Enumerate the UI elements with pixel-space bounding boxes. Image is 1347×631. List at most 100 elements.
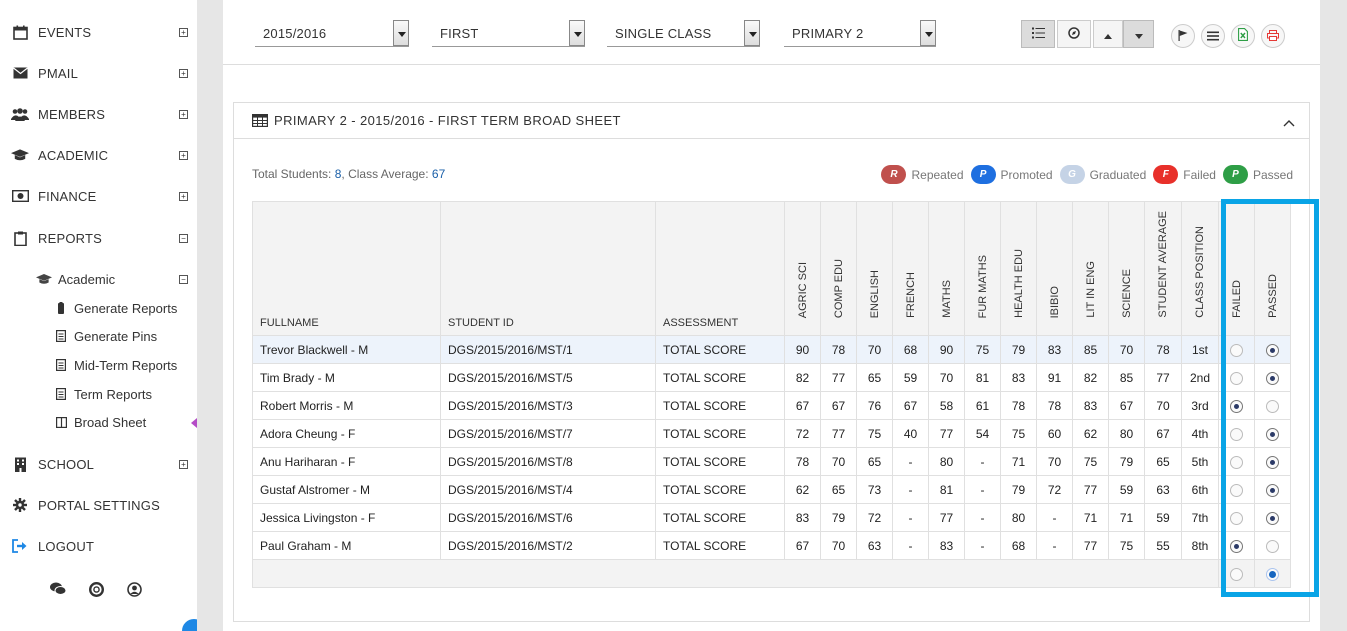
chevron-down-icon[interactable]	[393, 20, 409, 46]
collapse-toggle-icon[interactable]: −	[179, 233, 188, 243]
column-header[interactable]: STUDENT AVERAGE	[1144, 201, 1182, 336]
table-row[interactable]: Robert Morris - M DGS/2015/2016/MST/3 TOTA…	[252, 391, 1291, 420]
column-header[interactable]: HEALTH EDU	[1000, 201, 1037, 336]
content-gutter	[197, 0, 223, 631]
table-row[interactable]: Gustaf Alstromer - M DGS/2015/2016/MST/4 T…	[252, 475, 1291, 504]
sidebar-subitem-academic[interactable]: Academic −	[36, 269, 197, 289]
sidebar-item-reports[interactable]: REPORTS −	[0, 227, 197, 249]
table-row[interactable]: Jessica Livingston - F DGS/2015/2016/MST/…	[252, 503, 1291, 532]
subject-score: 79	[1108, 447, 1145, 476]
sidebar-item-school[interactable]: SCHOOL +	[0, 453, 197, 475]
sidebar-subitem-label: Generate Pins	[74, 328, 158, 344]
export-excel-button[interactable]	[1231, 24, 1255, 48]
subject-score: 83	[1000, 363, 1037, 392]
chat-icon[interactable]	[50, 581, 66, 597]
subject-score: -	[892, 475, 929, 504]
sidebar-item-portal-settings[interactable]: PORTAL SETTINGS	[0, 494, 197, 516]
subject-score: 79	[820, 503, 857, 532]
sidebar-item-events[interactable]: EVENTS +	[0, 21, 197, 43]
class-position: 5th	[1181, 447, 1219, 476]
chevron-down-icon[interactable]	[744, 20, 760, 46]
table-row[interactable]: Anu Hariharan - F DGS/2015/2016/MST/8 TOTA…	[252, 447, 1291, 476]
compass-button[interactable]	[1057, 20, 1091, 48]
column-header[interactable]: MATHS	[928, 201, 965, 336]
chevron-up-icon[interactable]	[1283, 115, 1295, 130]
subject-score: 80	[1108, 419, 1145, 448]
table-row[interactable]: Paul Graham - M DGS/2015/2016/MST/2 TOTAL …	[252, 531, 1291, 560]
mode-select[interactable]: SINGLE CLASS	[607, 20, 760, 47]
expand-icon[interactable]: +	[179, 150, 188, 160]
student-id: DGS/2015/2016/MST/1	[440, 335, 656, 364]
student-average: 67	[1144, 419, 1182, 448]
student-average: 59	[1144, 503, 1182, 532]
chevron-down-icon[interactable]	[920, 20, 936, 46]
legend-item: R Repeated	[881, 165, 964, 184]
sidebar-subitem-broad-sheet[interactable]: Broad Sheet	[56, 412, 146, 432]
sidebar-item-pmail[interactable]: PMAIL +	[0, 62, 197, 84]
subject-score: 75	[1072, 447, 1109, 476]
sidebar-item-label: PORTAL SETTINGS	[38, 497, 160, 513]
column-header[interactable]: ASSESSMENT	[655, 201, 785, 336]
sort-down-button[interactable]	[1123, 20, 1154, 48]
table-row[interactable]: Tim Brady - M DGS/2015/2016/MST/5 TOTAL SC…	[252, 363, 1291, 392]
column-header[interactable]: FRENCH	[892, 201, 929, 336]
subject-score: 72	[1036, 475, 1073, 504]
table-row[interactable]: Trevor Blackwell - M DGS/2015/2016/MST/1 T…	[252, 335, 1291, 364]
building-icon	[11, 456, 29, 472]
list-view-button[interactable]	[1021, 20, 1055, 48]
sidebar-subitem-generate-pins[interactable]: Generate Pins	[56, 326, 157, 346]
class-select[interactable]: PRIMARY 2	[784, 20, 936, 47]
subject-score: 67	[784, 531, 821, 560]
column-header[interactable]: ENGLISH	[856, 201, 893, 336]
column-header[interactable]: IBIBIO	[1036, 201, 1073, 336]
column-header[interactable]: LIT IN ENG	[1072, 201, 1109, 336]
table-row[interactable]: Adora Cheung - F DGS/2015/2016/MST/7 TOTAL…	[252, 419, 1291, 448]
column-header[interactable]: CLASS POSITION	[1181, 201, 1219, 336]
expand-icon[interactable]: +	[179, 459, 188, 469]
sidebar-subitem-generate-reports[interactable]: Generate Reports	[56, 298, 177, 318]
user-circle-icon[interactable]	[126, 581, 142, 597]
flag-button[interactable]	[1171, 24, 1195, 48]
subject-score: 82	[1072, 363, 1109, 392]
column-header[interactable]: STUDENT ID	[440, 201, 656, 336]
subject-score: 70	[820, 531, 857, 560]
column-header[interactable]: FULLNAME	[252, 201, 441, 336]
subject-score: -	[1036, 503, 1073, 532]
student-id: DGS/2015/2016/MST/5	[440, 363, 656, 392]
sort-up-button[interactable]	[1093, 20, 1123, 48]
subject-score: -	[964, 503, 1001, 532]
sidebar-item-members[interactable]: MEMBERS +	[0, 103, 197, 125]
subject-score: 85	[1108, 363, 1145, 392]
class-position: 8th	[1181, 531, 1219, 560]
menu-button[interactable]	[1201, 24, 1225, 48]
subject-score: 71	[1108, 503, 1145, 532]
print-button[interactable]	[1261, 24, 1285, 48]
subject-score: -	[964, 531, 1001, 560]
column-header-label: FUR MATHS	[976, 254, 989, 318]
column-header[interactable]: SCIENCE	[1108, 201, 1145, 336]
assessment-type: TOTAL SCORE	[655, 531, 785, 560]
sidebar-subitem-term-reports[interactable]: Term Reports	[56, 384, 152, 404]
expand-icon[interactable]: +	[179, 68, 188, 78]
expand-icon[interactable]: +	[179, 27, 188, 37]
column-header[interactable]: FUR MATHS	[964, 201, 1001, 336]
sidebar-subitem-label: Term Reports	[74, 386, 153, 402]
support-icon[interactable]	[88, 581, 104, 597]
sidebar-item-academic[interactable]: ACADEMIC +	[0, 144, 197, 166]
column-header[interactable]: COMP EDU	[820, 201, 857, 336]
sidebar-item-finance[interactable]: FINANCE +	[0, 185, 197, 207]
collapse-toggle-icon[interactable]: −	[179, 274, 188, 284]
sidebar-item-logout[interactable]: LOGOUT	[0, 535, 197, 557]
expand-icon[interactable]: +	[179, 191, 188, 201]
subject-score: 82	[784, 363, 821, 392]
subject-score: 70	[928, 363, 965, 392]
subject-score: 72	[784, 419, 821, 448]
scrollbar-track[interactable]	[1320, 0, 1347, 631]
session-select[interactable]: 2015/2016	[255, 20, 409, 47]
term-select[interactable]: FIRST	[432, 20, 585, 47]
chevron-down-icon[interactable]	[569, 20, 585, 46]
summary-total-label: Total Students:	[252, 167, 335, 181]
sidebar-subitem-mid-term-reports[interactable]: Mid-Term Reports	[56, 355, 177, 375]
expand-icon[interactable]: +	[179, 109, 188, 119]
column-header[interactable]: AGRIC SCI	[784, 201, 821, 336]
